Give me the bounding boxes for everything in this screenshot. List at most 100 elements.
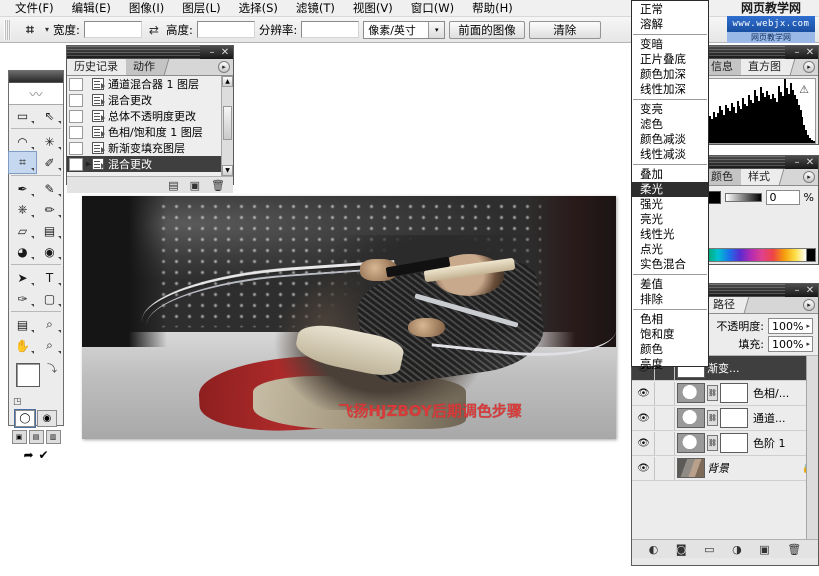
- layer-thumbnail-photo[interactable]: [677, 458, 705, 478]
- blend-mode-dropdown[interactable]: 正常 溶解 变暗 正片叠底 颜色加深 线性加深 变亮 滤色 颜色减淡 线性减淡 叠加 柔光 强光 亮光 线性…: [631, 0, 709, 371]
- height-input[interactable]: [196, 21, 255, 38]
- link-chain-icon[interactable]: ⛓: [707, 435, 718, 451]
- chevron-down-icon[interactable]: ▸: [806, 340, 812, 348]
- scroll-up-icon[interactable]: ▲: [222, 76, 233, 87]
- blend-mode-item[interactable]: 溶解: [632, 17, 708, 32]
- tab-paths[interactable]: 路径: [706, 297, 743, 313]
- layer-mask-thumbnail[interactable]: [720, 433, 748, 453]
- snapshot-box[interactable]: [69, 157, 83, 171]
- width-input[interactable]: [83, 21, 142, 38]
- snapshot-box[interactable]: [69, 109, 83, 123]
- blend-mode-item[interactable]: 线性加深: [632, 82, 708, 97]
- path-selection-tool-icon[interactable]: ➤: [9, 267, 36, 288]
- move-tool-icon[interactable]: ⇖: [36, 105, 63, 126]
- palette-menu-icon[interactable]: ▸: [803, 61, 815, 73]
- adjustment-thumbnail[interactable]: [677, 433, 705, 453]
- snapshot-box[interactable]: [69, 125, 83, 139]
- pen-tool-icon[interactable]: ✑: [9, 288, 36, 309]
- options-bar-gripper[interactable]: [4, 19, 11, 40]
- blend-mode-item[interactable]: 颜色加深: [632, 67, 708, 82]
- tab-actions[interactable]: 动作: [126, 59, 163, 75]
- snapshot-box[interactable]: [69, 141, 83, 155]
- layer-row-channel-mixer[interactable]: 👁 ⛓ 通道...: [632, 406, 818, 431]
- gradient-tool-icon[interactable]: ▤: [36, 220, 63, 241]
- blend-mode-item[interactable]: 色相: [632, 312, 708, 327]
- history-item[interactable]: 混合更改: [67, 92, 233, 108]
- palette-menu-icon[interactable]: ▸: [803, 299, 815, 311]
- slice-tool-icon[interactable]: ✐: [36, 152, 63, 173]
- new-layer-icon[interactable]: ▣: [759, 543, 769, 556]
- menu-item-file[interactable]: 文件(F): [6, 0, 63, 17]
- layer-mask-thumbnail[interactable]: [720, 408, 748, 428]
- visibility-eye-icon[interactable]: 👁: [633, 456, 655, 480]
- history-item[interactable]: 总体不透明度更改: [67, 108, 233, 124]
- link-cell[interactable]: [655, 381, 675, 405]
- delete-layer-icon[interactable]: 🗑: [787, 543, 801, 556]
- minimize-icon[interactable]: –: [207, 47, 217, 58]
- active-color-swatch[interactable]: [708, 191, 721, 204]
- scrollbar-thumb[interactable]: [223, 106, 232, 140]
- brush-tool-icon[interactable]: ✎: [36, 178, 63, 199]
- blend-mode-item[interactable]: 实色混合: [632, 257, 708, 272]
- eyedropper-tool-icon[interactable]: ⌕: [36, 314, 63, 335]
- healing-brush-tool-icon[interactable]: ✒: [9, 178, 36, 199]
- menu-item-edit[interactable]: 编辑(E): [63, 0, 120, 17]
- close-icon[interactable]: ✕: [805, 47, 815, 58]
- opacity-field[interactable]: 100% ▸: [768, 318, 813, 334]
- jump-to-imageready-icon[interactable]: ➦: [23, 448, 33, 462]
- reset-colors-icon[interactable]: ◳: [13, 397, 22, 407]
- blend-mode-item[interactable]: 点光: [632, 242, 708, 257]
- link-chain-icon[interactable]: ⛓: [707, 410, 718, 426]
- layer-row-background[interactable]: 👁 背景 🔒: [632, 456, 818, 481]
- adjustment-thumbnail[interactable]: [677, 408, 705, 428]
- adjustment-thumbnail[interactable]: [677, 383, 705, 403]
- visibility-eye-icon[interactable]: 👁: [633, 406, 655, 430]
- layer-style-icon[interactable]: ◐: [649, 543, 659, 556]
- clone-stamp-tool-icon[interactable]: ⎈: [9, 199, 36, 220]
- minimize-icon[interactable]: –: [792, 285, 802, 296]
- notes-tool-icon[interactable]: ▤: [9, 314, 36, 335]
- chevron-down-icon[interactable]: ▸: [806, 322, 812, 330]
- fill-field[interactable]: 100% ▸: [768, 336, 813, 352]
- minimize-icon[interactable]: –: [792, 47, 802, 58]
- history-brush-tool-icon[interactable]: ✏: [36, 199, 63, 220]
- menu-item-window[interactable]: 窗口(W): [402, 0, 463, 17]
- color-spectrum-ramp[interactable]: [706, 248, 816, 262]
- blend-mode-item[interactable]: 正片叠底: [632, 52, 708, 67]
- close-icon[interactable]: ✕: [805, 285, 815, 296]
- blend-mode-item[interactable]: 差值: [632, 277, 708, 292]
- visibility-eye-icon[interactable]: 👁: [633, 431, 655, 455]
- layer-row-hue-saturation[interactable]: 👁 ⛓ 色相/...: [632, 381, 818, 406]
- front-image-button[interactable]: 前面的图像: [449, 20, 525, 39]
- blend-mode-item[interactable]: 叠加: [632, 167, 708, 182]
- menu-item-layer[interactable]: 图层(L): [173, 0, 229, 17]
- blend-mode-item[interactable]: 滤色: [632, 117, 708, 132]
- history-item[interactable]: 色相/饱和度 1 图层: [67, 124, 233, 140]
- type-tool-icon[interactable]: T: [36, 267, 63, 288]
- zoom-tool-icon[interactable]: ⌕: [36, 335, 63, 356]
- magic-wand-tool-icon[interactable]: ✳: [36, 131, 63, 152]
- minimize-icon[interactable]: –: [792, 157, 802, 168]
- layer-mask-icon[interactable]: ◙: [676, 543, 687, 556]
- tab-histogram[interactable]: 直方图: [741, 59, 789, 75]
- toolbox-titlebar[interactable]: [9, 71, 63, 83]
- blend-mode-item[interactable]: 亮光: [632, 212, 708, 227]
- tool-preset-chevron-down-icon[interactable]: ▾: [45, 25, 49, 34]
- standard-screen-mode-button[interactable]: ▣: [11, 430, 27, 444]
- eraser-tool-icon[interactable]: ▱: [9, 220, 36, 241]
- color-palette-titlebar[interactable]: – ✕: [704, 156, 818, 169]
- scroll-down-icon[interactable]: ▼: [222, 165, 233, 176]
- new-document-icon[interactable]: ▤: [168, 179, 178, 192]
- delete-icon[interactable]: 🗑: [211, 179, 225, 192]
- history-scrollbar[interactable]: ▲ ▼: [221, 76, 233, 176]
- dodge-tool-icon[interactable]: ◉: [36, 241, 63, 262]
- swap-width-height-icon[interactable]: ⇄: [146, 23, 162, 37]
- blend-mode-item[interactable]: 线性光: [632, 227, 708, 242]
- blend-mode-item[interactable]: 正常: [632, 2, 708, 17]
- visibility-eye-icon[interactable]: 👁: [633, 381, 655, 405]
- blend-mode-item[interactable]: 线性减淡: [632, 147, 708, 162]
- blend-mode-item[interactable]: 饱和度: [632, 327, 708, 342]
- rectangle-tool-icon[interactable]: ▢: [36, 288, 63, 309]
- marquee-tool-icon[interactable]: ▭: [9, 105, 36, 126]
- color-slider[interactable]: [725, 193, 762, 202]
